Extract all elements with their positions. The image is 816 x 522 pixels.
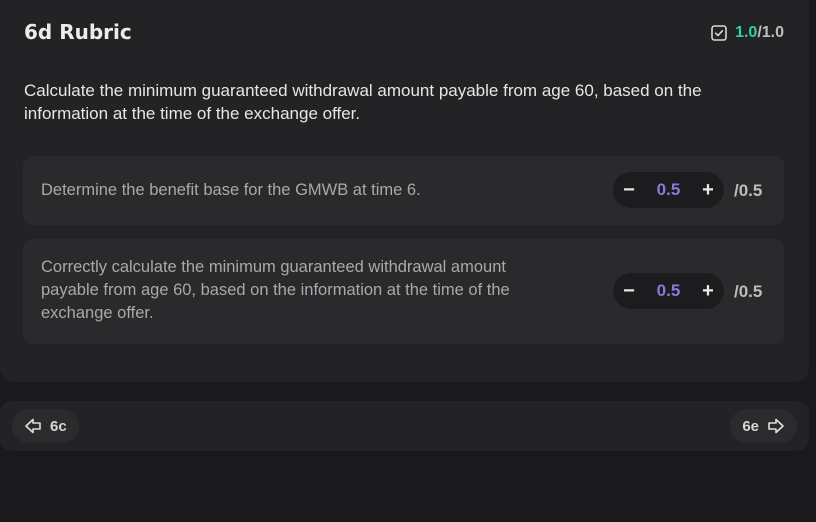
- score-value: 1.0/1.0: [735, 24, 784, 42]
- checkbox-check-icon: [711, 25, 727, 41]
- arrow-left-icon: [25, 418, 41, 434]
- rubric-card: 6d Rubric 1.0/1.0 Calculate the minimum …: [0, 0, 809, 382]
- arrow-right-icon: [768, 418, 784, 434]
- next-question-button[interactable]: 6e: [730, 409, 797, 443]
- stepper-value: 0.5: [656, 180, 681, 199]
- decrement-button[interactable]: −: [614, 172, 644, 208]
- previous-question-button[interactable]: 6c: [12, 409, 79, 443]
- criterion-item: Determine the benefit base for the GMWB …: [23, 156, 784, 225]
- score-total: /1.0: [757, 24, 784, 41]
- score-stepper: − 0.5 +: [613, 172, 724, 208]
- criterion-item: Correctly calculate the minimum guarante…: [23, 239, 784, 344]
- question-text: Calculate the minimum guaranteed withdra…: [24, 81, 702, 123]
- next-question-label: 6e: [742, 417, 759, 435]
- criterion-max: /0.5: [734, 181, 763, 200]
- criterion-max: /0.5: [734, 282, 763, 301]
- question-navigation: 6c 6e: [0, 401, 809, 451]
- score-summary: 1.0/1.0: [711, 24, 784, 42]
- criterion-description: Determine the benefit base for the GMWB …: [41, 181, 421, 199]
- increment-button[interactable]: +: [693, 172, 723, 208]
- score-earned: 1.0: [735, 24, 758, 41]
- score-stepper: − 0.5 +: [613, 273, 724, 309]
- decrement-button[interactable]: −: [614, 273, 644, 309]
- rubric-title: 6d Rubric: [24, 20, 132, 44]
- stepper-value: 0.5: [656, 281, 681, 300]
- criterion-description: Correctly calculate the minimum guarante…: [41, 258, 510, 322]
- previous-question-label: 6c: [50, 417, 67, 435]
- increment-button[interactable]: +: [693, 273, 723, 309]
